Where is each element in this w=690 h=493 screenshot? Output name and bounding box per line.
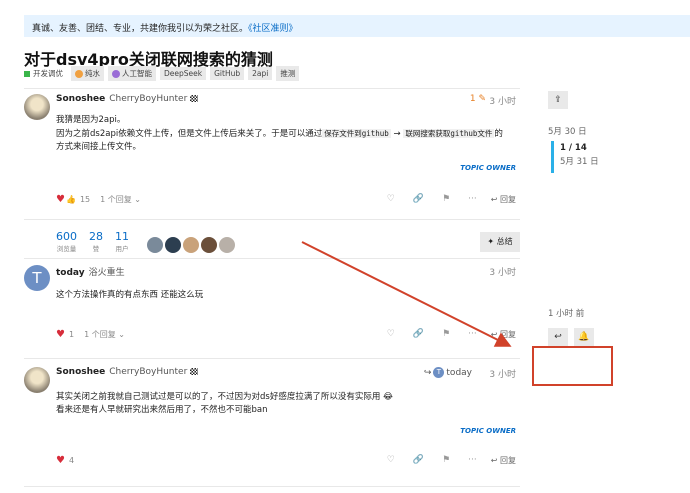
annotation-highlight-box (532, 346, 613, 386)
annotation-arrow (301, 241, 512, 347)
